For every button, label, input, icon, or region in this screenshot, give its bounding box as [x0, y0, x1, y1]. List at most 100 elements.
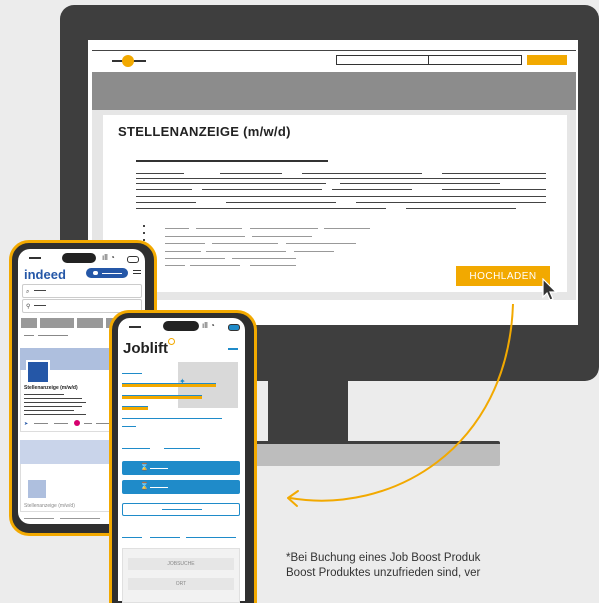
what-search-input[interactable]	[22, 284, 142, 298]
text-line	[202, 189, 322, 190]
text-line	[324, 228, 370, 229]
text-line	[24, 406, 82, 407]
menu-icon[interactable]	[228, 348, 238, 350]
text-line	[252, 236, 312, 237]
input-placeholder-line	[34, 290, 46, 291]
text-line	[190, 265, 240, 266]
text-line	[356, 202, 546, 203]
text-line	[122, 395, 202, 396]
indeed-logo: indeed	[24, 267, 66, 282]
filter-chip[interactable]	[77, 318, 103, 328]
upload-button[interactable]: HOCHLADEN	[456, 266, 550, 286]
text-line	[165, 243, 205, 244]
text-line	[165, 258, 225, 259]
bulb-icon: ✦	[179, 377, 186, 386]
hourglass-icon: ⌛	[140, 483, 149, 490]
header-search-button[interactable]	[527, 55, 567, 65]
location-button[interactable]: ORT	[128, 578, 234, 590]
text-line	[442, 189, 546, 190]
text-line	[150, 537, 180, 538]
text-line	[24, 394, 64, 395]
pin-dot-icon	[74, 420, 80, 426]
search-divider	[428, 55, 429, 65]
bullet	[143, 232, 145, 234]
text-line	[122, 426, 136, 427]
text-line	[165, 251, 201, 252]
text-line	[220, 173, 282, 174]
text-line	[24, 398, 82, 399]
text-line	[250, 265, 296, 266]
company-logo	[26, 360, 50, 384]
text-line	[24, 410, 74, 411]
joblift-logo: Joblift	[123, 340, 168, 357]
highlight-line	[122, 396, 202, 399]
text-line	[442, 173, 546, 174]
text-line	[24, 414, 86, 415]
user-icon	[93, 271, 98, 275]
text-line	[136, 173, 184, 174]
phone-notch	[62, 253, 96, 263]
text-line	[136, 183, 326, 184]
signal-wifi-icon: ıll ◔	[202, 321, 215, 330]
highlight-line	[122, 407, 148, 410]
text-line	[122, 383, 216, 384]
filter-chip[interactable]	[21, 318, 37, 328]
text-line	[38, 335, 68, 336]
job-search-button[interactable]: JOBSUCHE	[128, 558, 234, 570]
bullet	[143, 225, 145, 227]
header-search-input[interactable]	[336, 55, 522, 65]
logo-dot-icon	[168, 338, 175, 345]
text-line	[286, 243, 356, 244]
text-line	[206, 251, 286, 252]
text-line	[196, 228, 242, 229]
job-posting-title: STELLENANZEIGE (m/w/d)	[118, 124, 291, 139]
signal-wifi-icon: ıll ◔	[102, 253, 115, 262]
text-line	[294, 251, 334, 252]
text-line	[212, 243, 278, 244]
mouse-cursor-icon	[542, 278, 558, 301]
text-line	[340, 183, 500, 184]
text-line	[232, 258, 296, 259]
text-line	[136, 202, 196, 203]
text-line	[84, 423, 92, 424]
text-line	[226, 202, 336, 203]
footnote-line-2: Boost Produktes unzufrieden sind, ver	[286, 567, 481, 579]
filter-chip[interactable]	[40, 318, 74, 328]
battery-icon	[228, 324, 240, 331]
text-line	[302, 173, 422, 174]
text-line	[186, 537, 236, 538]
result-title: Stellenanzeige (m/w/d)	[24, 385, 78, 391]
site-logo-icon	[122, 55, 134, 67]
battery-icon	[127, 256, 139, 263]
login-label-line	[102, 273, 122, 274]
text-line	[24, 402, 86, 403]
text-line	[122, 406, 148, 407]
result-title: Stellenanzeige (m/w/d)	[24, 503, 75, 509]
text-line	[164, 448, 200, 449]
search-icon: ⌕	[26, 289, 30, 295]
footnote-text: *Bei Buchung eines Job Boost Produk Boos…	[286, 551, 480, 581]
button-label-line	[162, 509, 202, 510]
text-line	[165, 228, 189, 229]
text-line	[60, 518, 100, 519]
search-form	[122, 548, 240, 603]
text-line	[250, 228, 318, 229]
button-label-line	[150, 487, 168, 488]
text-line	[136, 208, 386, 209]
text-line	[54, 423, 68, 424]
arrow-icon: ➤	[24, 421, 29, 427]
menu-icon[interactable]	[133, 270, 141, 271]
text-line	[165, 236, 245, 237]
text-line	[165, 265, 185, 266]
footnote-line-1: *Bei Buchung eines Job Boost Produk	[286, 552, 481, 564]
text-line	[34, 423, 48, 424]
text-line	[122, 373, 142, 374]
hourglass-icon: ⌛	[140, 464, 149, 471]
text-line	[406, 208, 516, 209]
text-line	[136, 189, 192, 190]
text-line	[24, 518, 54, 519]
phone-notch	[163, 321, 199, 331]
text-line	[136, 196, 546, 197]
highlight-line	[122, 384, 216, 387]
location-pin-icon: ⚲	[26, 304, 31, 310]
